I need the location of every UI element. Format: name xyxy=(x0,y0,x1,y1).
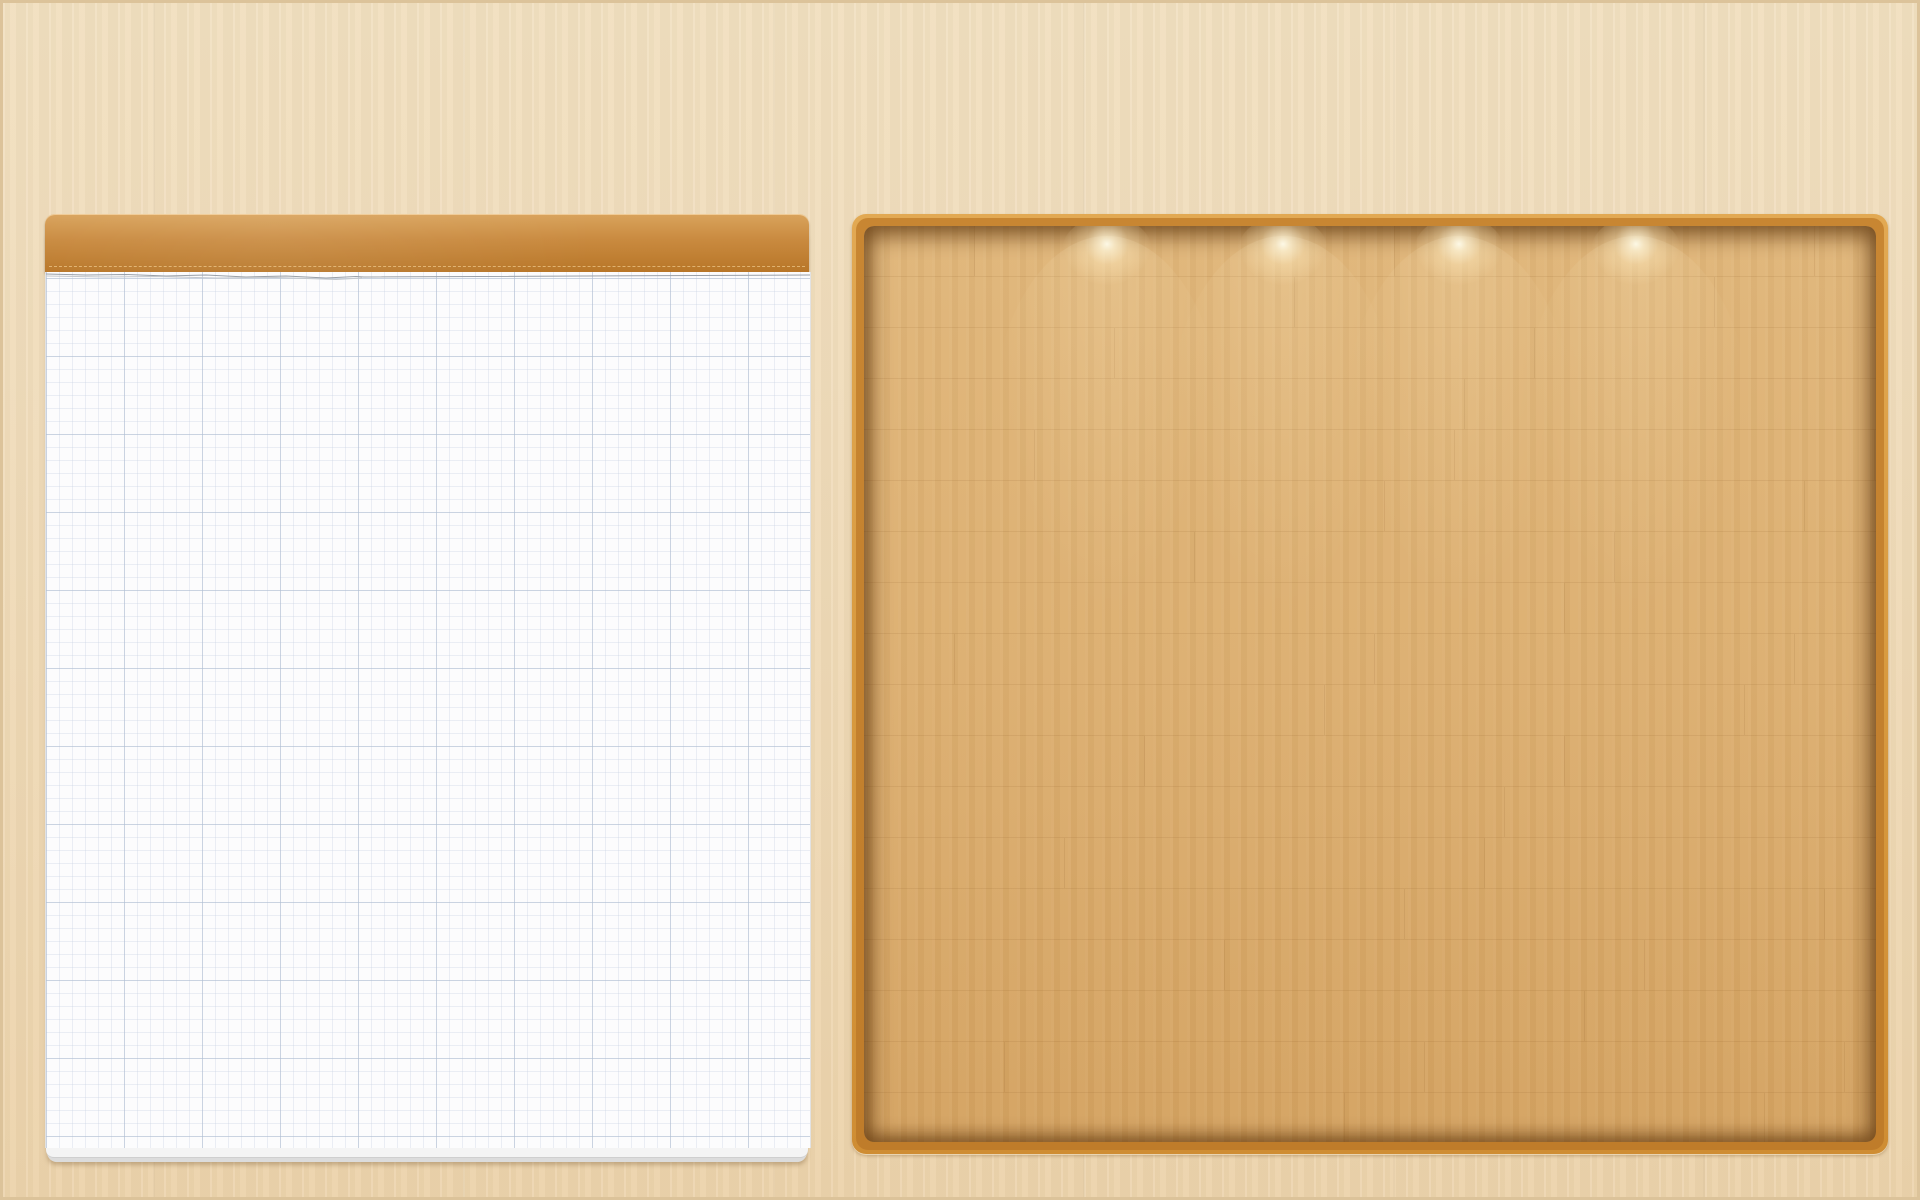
binding-stitch xyxy=(49,266,805,267)
plank-seam xyxy=(1744,685,1745,735)
spotlight-2-icon xyxy=(1168,226,1398,616)
plank-seam xyxy=(1824,889,1825,939)
spotlight-1-icon xyxy=(992,226,1222,616)
display-board xyxy=(852,214,1888,1154)
plank-seam xyxy=(1844,1042,1845,1092)
plank-seam xyxy=(1874,430,1875,480)
notepad-binding xyxy=(45,214,809,272)
plank-seam xyxy=(1794,634,1795,684)
plank-seam xyxy=(974,226,975,276)
plank-seam xyxy=(954,634,955,684)
display-board-panel[interactable] xyxy=(864,226,1876,1142)
spotlight-3-icon xyxy=(1344,226,1574,616)
desk-background xyxy=(0,0,1920,1200)
plank-seam xyxy=(1484,838,1485,888)
plank-seam xyxy=(1814,226,1815,276)
plank-seam xyxy=(1564,736,1565,786)
plank-seam xyxy=(1584,991,1585,1041)
torn-edge xyxy=(46,273,810,281)
notepad-paper[interactable] xyxy=(45,272,811,1148)
spotlight-4-icon xyxy=(1521,226,1751,616)
plank-seam xyxy=(1224,940,1225,990)
plank-seam xyxy=(1374,634,1375,684)
plank-seam xyxy=(1564,583,1565,633)
plank-seam xyxy=(1344,1093,1345,1142)
plank-seam xyxy=(1144,736,1145,786)
plank-seam xyxy=(1324,685,1325,735)
plank-seam xyxy=(1064,838,1065,888)
plank-seam xyxy=(1004,1042,1005,1092)
plank-seam xyxy=(1804,481,1805,531)
plank-seam xyxy=(1404,889,1405,939)
notepad[interactable] xyxy=(45,214,811,1162)
plank-seam xyxy=(1764,1093,1765,1142)
plank-seam xyxy=(1424,1042,1425,1092)
plank-seam xyxy=(1644,940,1645,990)
plank-seam xyxy=(1504,787,1505,837)
